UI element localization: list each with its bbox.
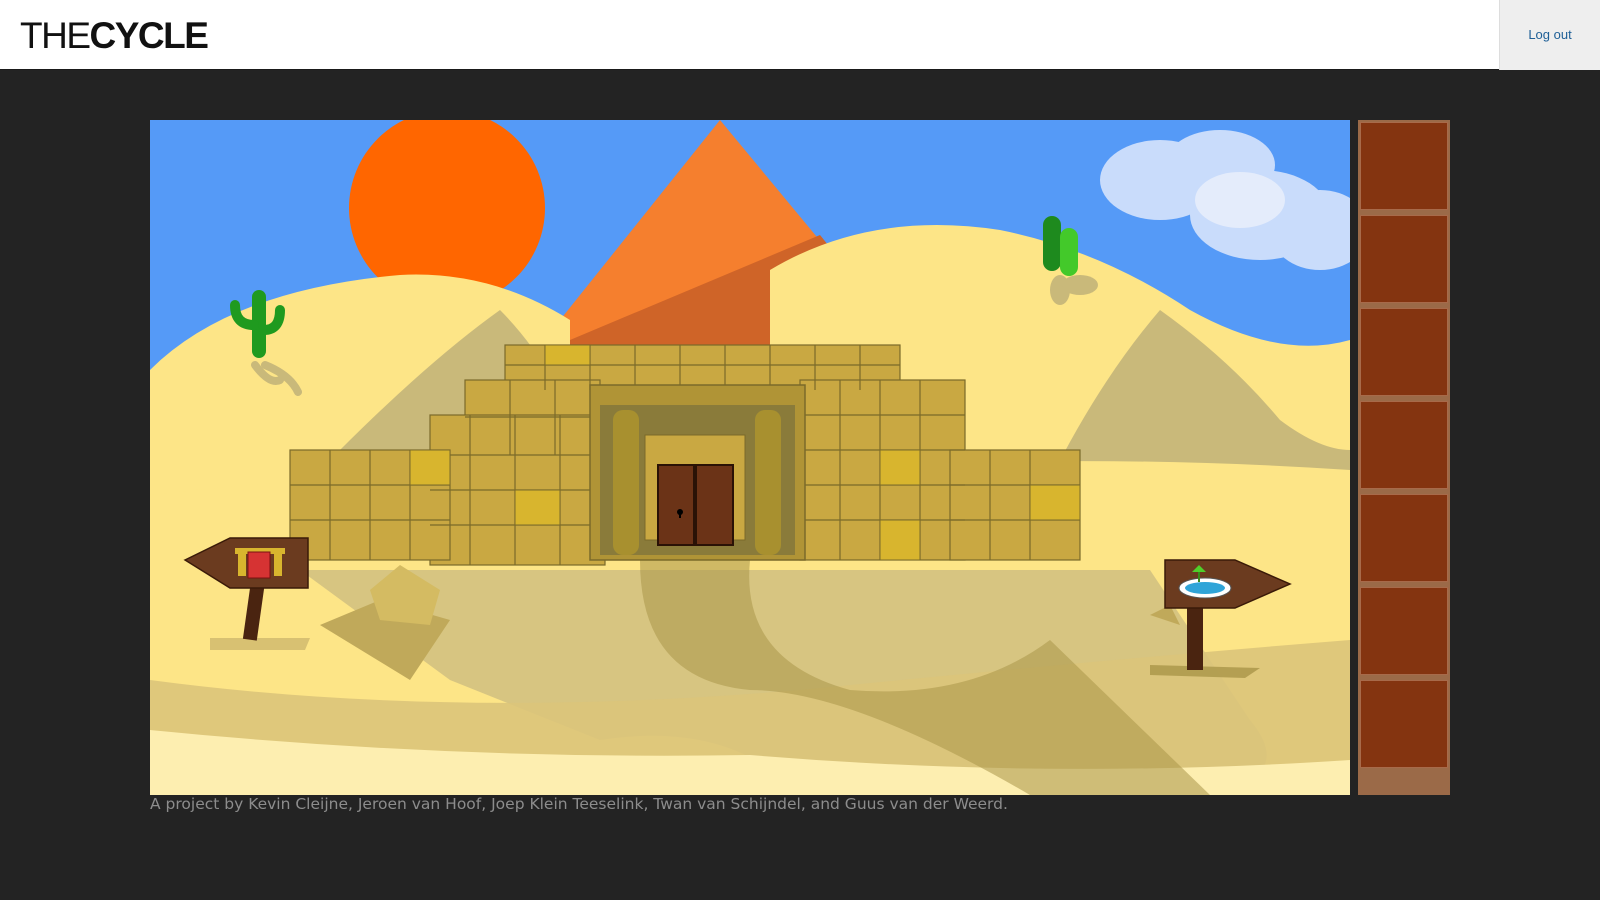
inventory-slot[interactable] <box>1360 494 1448 582</box>
credits-text: A project by Kevin Cleijne, Jeroen van H… <box>150 795 1008 813</box>
temple-door[interactable] <box>657 464 734 546</box>
logo-thin: THE <box>20 15 91 56</box>
inventory-slot[interactable] <box>1360 401 1448 489</box>
scene-svg <box>150 120 1350 795</box>
inventory-slot[interactable] <box>1360 215 1448 303</box>
inventory-panel <box>1358 120 1450 795</box>
logo: THECYCLE <box>20 14 209 58</box>
inventory-slot[interactable] <box>1360 122 1448 210</box>
temple-icon <box>235 548 285 579</box>
inventory-slot[interactable] <box>1360 587 1448 675</box>
logout-button[interactable]: Log out <box>1499 0 1600 70</box>
top-bar: THECYCLE Log out <box>0 0 1600 70</box>
game-scene[interactable] <box>150 120 1350 795</box>
inventory-slot[interactable] <box>1360 680 1448 768</box>
logo-bold: CYCLE <box>89 15 209 56</box>
inventory-slot[interactable] <box>1360 308 1448 396</box>
